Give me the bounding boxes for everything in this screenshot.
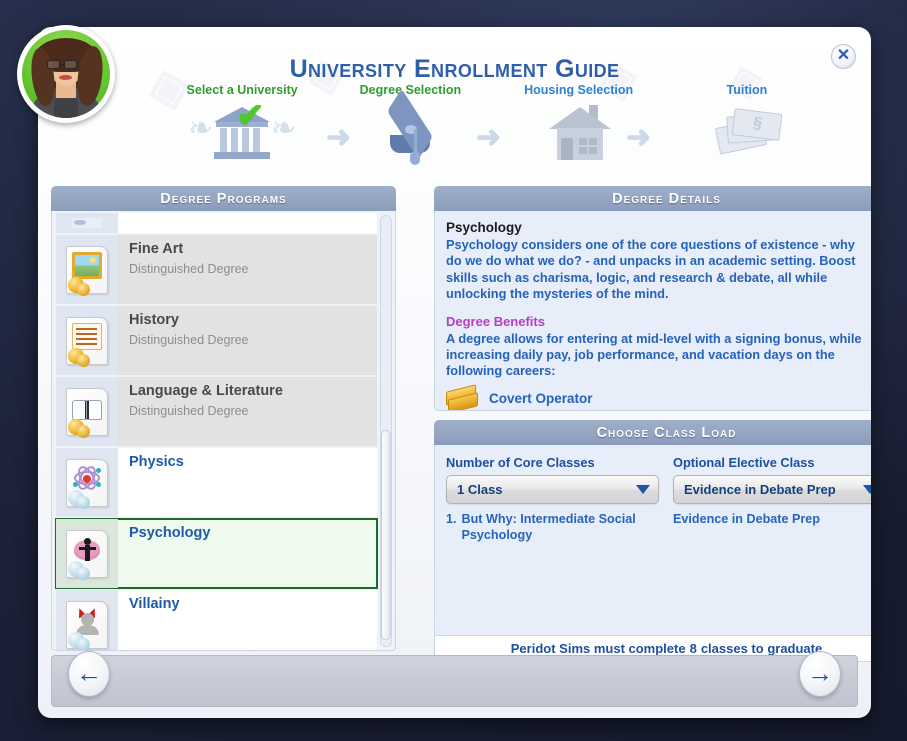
- degree-programs-panel: Degree Programs Fine Art Distinguished D…: [51, 186, 396, 651]
- history-icon: [56, 306, 118, 375]
- close-button[interactable]: ✕: [831, 44, 856, 69]
- class-load-body: Number of Core Classes 1 Class 1. But Wh…: [434, 445, 871, 636]
- page-title: University Enrollment Guide: [38, 55, 871, 84]
- fine-art-icon: [56, 235, 118, 304]
- program-name: Villainy: [129, 597, 367, 613]
- degree-description: Psychology considers one of the core que…: [446, 237, 871, 303]
- list-item[interactable]: [56, 213, 377, 233]
- degree-benefits-text: A degree allows for entering at mid-leve…: [446, 331, 871, 380]
- chevron-down-icon: [636, 485, 650, 494]
- core-class-name: But Why: Intermediate Social Psychology: [462, 512, 659, 543]
- core-classes-list: 1. But Why: Intermediate Social Psycholo…: [446, 512, 659, 543]
- money-icon: [701, 103, 793, 165]
- step-arrow-icon: ➜: [626, 131, 662, 149]
- choose-class-load-header: Choose Class Load ?: [434, 420, 871, 445]
- list-item-fine-art[interactable]: Fine Art Distinguished Degree: [56, 235, 377, 304]
- clipped-degree-icon: [56, 213, 118, 233]
- step-select-university[interactable]: Select a University ❧ ❧ ✔: [158, 83, 326, 165]
- step-complete-check-icon: ✔: [236, 99, 265, 133]
- degree-benefits-heading: Degree Benefits: [446, 314, 871, 329]
- avatar-portrait: [22, 30, 110, 118]
- step-arrow-icon: ➜: [326, 131, 362, 149]
- list-item-physics[interactable]: Physics: [56, 448, 377, 517]
- step-degree-selection[interactable]: Degree Selection: [326, 83, 494, 165]
- back-button[interactable]: ←: [68, 651, 110, 697]
- career-badge-icon: [446, 386, 480, 411]
- core-classes-value: 1 Class: [457, 482, 636, 497]
- avatar[interactable]: [17, 25, 115, 123]
- program-subtitle: Distinguished Degree: [129, 262, 367, 276]
- elective-class-value: Evidence in Debate Prep: [684, 482, 863, 497]
- elective-class-dropdown[interactable]: Evidence in Debate Prep: [673, 475, 871, 504]
- step-label: Degree Selection: [326, 83, 494, 97]
- degree-programs-header: Degree Programs: [51, 186, 396, 211]
- chevron-down-icon: [863, 485, 871, 494]
- language-literature-icon: [56, 377, 118, 446]
- degree-details-body: Psychology Psychology considers one of t…: [434, 211, 871, 411]
- step-label: Housing Selection: [495, 83, 663, 97]
- programs-scrollbar-thumb[interactable]: [381, 430, 391, 640]
- graduate-count: 8: [690, 641, 697, 656]
- step-label: Select a University: [158, 83, 326, 97]
- step-tuition[interactable]: Tuition: [663, 83, 831, 165]
- list-item: Evidence in Debate Prep: [673, 512, 871, 528]
- right-column: Degree Details Psychology Psychology con…: [434, 186, 871, 662]
- graduation-cap-icon: [364, 103, 456, 165]
- program-name: Psychology: [129, 526, 367, 542]
- degree-details-header: Degree Details: [434, 186, 871, 211]
- core-classes-dropdown[interactable]: 1 Class: [446, 475, 659, 504]
- core-classes-column: Number of Core Classes 1 Class 1. But Wh…: [446, 455, 659, 635]
- choose-class-load-panel: Choose Class Load ? Number of Core Class…: [434, 420, 871, 662]
- arrow-right-icon: →: [807, 660, 833, 686]
- laurel-left-icon: ❧: [188, 111, 213, 146]
- list-item: 1. But Why: Intermediate Social Psycholo…: [446, 512, 659, 543]
- elective-class-list: Evidence in Debate Prep: [673, 512, 871, 528]
- elective-class-label: Optional Elective Class: [673, 455, 871, 470]
- villainy-icon: [56, 590, 118, 651]
- elective-class-name: Evidence in Debate Prep: [673, 512, 820, 528]
- step-arrow-icon: ➜: [476, 131, 512, 149]
- university-icon: ❧ ❧ ✔: [196, 103, 288, 165]
- program-subtitle: Distinguished Degree: [129, 333, 367, 347]
- graduate-prefix: Peridot Sims must complete: [511, 641, 686, 656]
- program-subtitle: Distinguished Degree: [129, 404, 367, 418]
- list-item-psychology[interactable]: Psychology: [56, 519, 377, 588]
- laurel-right-icon: ❧: [271, 111, 296, 146]
- programs-scrollbar[interactable]: [380, 215, 392, 647]
- psychology-icon: [56, 519, 118, 588]
- list-item-language-literature[interactable]: Language & Literature Distinguished Degr…: [56, 377, 377, 446]
- bottom-navigation-bar: ← →: [51, 655, 858, 707]
- graduate-suffix: classes to graduate: [701, 641, 822, 656]
- degree-name: Psychology: [446, 220, 871, 235]
- next-button[interactable]: →: [799, 651, 841, 697]
- step-progress-bar: Select a University ❧ ❧ ✔ Degree Selecti…: [158, 83, 831, 188]
- program-name: History: [129, 313, 367, 329]
- core-class-number: 1.: [446, 512, 457, 543]
- arrow-left-icon: ←: [76, 660, 102, 686]
- program-name: Physics: [129, 455, 367, 471]
- career-name: Covert Operator: [489, 391, 593, 406]
- list-item-history[interactable]: History Distinguished Degree: [56, 306, 377, 375]
- elective-class-column: Optional Elective Class Evidence in Deba…: [673, 455, 871, 635]
- step-label: Tuition: [663, 83, 831, 97]
- career-item: Covert Operator: [446, 386, 871, 411]
- core-classes-label: Number of Core Classes: [446, 455, 659, 470]
- enrollment-guide-window: ◈ ◈ ◈ ◈ ✕ University Enrollment Guide Se…: [38, 27, 871, 718]
- house-icon: [533, 103, 625, 165]
- list-item-villainy[interactable]: Villainy: [56, 590, 377, 651]
- degree-details-panel: Degree Details Psychology Psychology con…: [434, 186, 871, 411]
- choose-class-load-title: Choose Class Load: [597, 425, 737, 441]
- physics-icon: [56, 448, 118, 517]
- program-name: Language & Literature: [129, 384, 367, 400]
- degree-programs-list: Fine Art Distinguished Degree History Di…: [51, 211, 396, 651]
- program-name: Fine Art: [129, 242, 367, 258]
- close-icon: ✕: [837, 48, 850, 64]
